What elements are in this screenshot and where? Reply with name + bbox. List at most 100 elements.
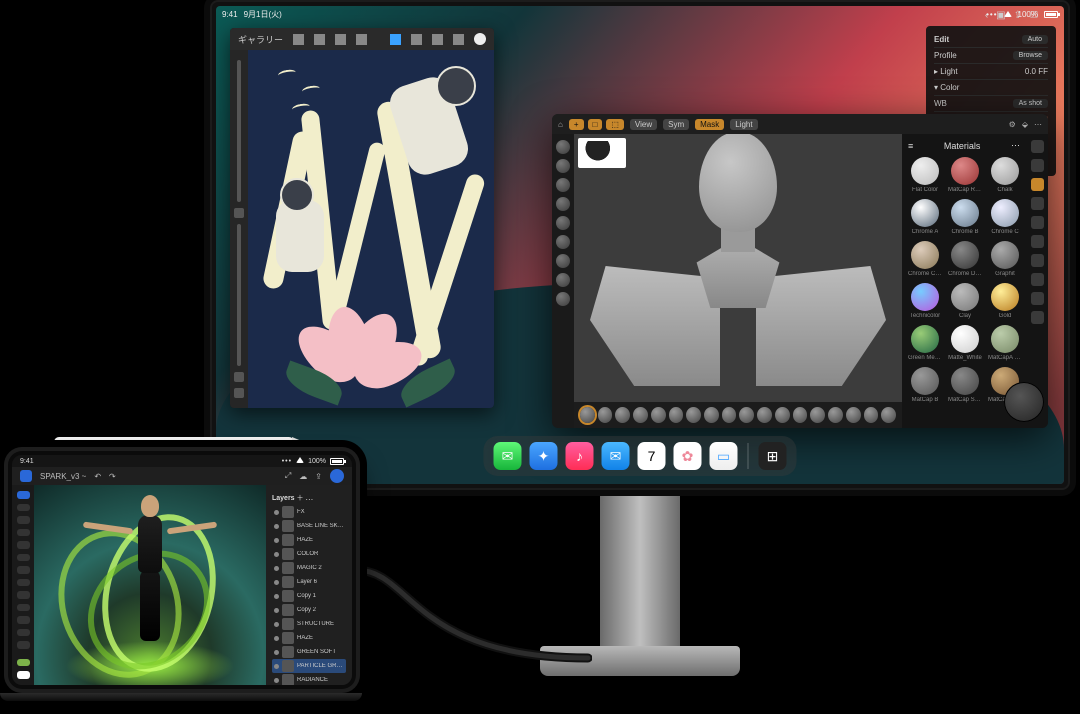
- material-swatch[interactable]: Technicolor: [908, 283, 942, 319]
- mode-chip[interactable]: +: [569, 119, 584, 130]
- tool-sphere[interactable]: [556, 273, 570, 287]
- cloud-icon[interactable]: ☁: [299, 472, 307, 481]
- material-swatch[interactable]: Flat Color: [908, 157, 942, 193]
- procreate-canvas[interactable]: [248, 50, 494, 408]
- material-swatch[interactable]: MatCap B: [908, 367, 942, 403]
- smudge-icon[interactable]: [411, 34, 422, 45]
- brush-preset[interactable]: [722, 407, 737, 423]
- dock-app-photos[interactable]: ✿: [674, 442, 702, 470]
- brush-preset[interactable]: [615, 407, 630, 423]
- layer-row[interactable]: PARTICLE GREEN: [272, 659, 346, 673]
- brush-tool-icon[interactable]: [17, 529, 30, 537]
- visibility-icon[interactable]: [274, 538, 279, 543]
- spot-heal-tool-icon[interactable]: [17, 629, 30, 637]
- brush-preset[interactable]: [881, 407, 896, 423]
- rtool[interactable]: [1031, 178, 1044, 191]
- chip[interactable]: View: [630, 119, 657, 130]
- type-tool-icon[interactable]: [17, 591, 30, 599]
- panel-more-icon[interactable]: ⋯: [1011, 140, 1020, 151]
- procreate-window[interactable]: ギャラリー: [230, 28, 494, 408]
- chip[interactable]: Light: [730, 119, 757, 130]
- material-swatch[interactable]: MatCap Sel…: [948, 367, 982, 403]
- brush-preset[interactable]: [846, 407, 861, 423]
- rtool[interactable]: [1031, 311, 1044, 324]
- dock-app-mail[interactable]: ✉: [602, 442, 630, 470]
- rtool[interactable]: [1031, 235, 1044, 248]
- brush-preset[interactable]: [633, 407, 648, 423]
- fill-tool-icon[interactable]: [17, 554, 30, 562]
- layers-icon[interactable]: [453, 34, 464, 45]
- visibility-icon[interactable]: [274, 608, 279, 613]
- material-swatch[interactable]: Chrome Da…: [948, 241, 982, 277]
- material-swatch[interactable]: Chrome B: [948, 199, 982, 235]
- home-icon[interactable]: ⌂: [558, 120, 563, 129]
- mode-chip[interactable]: □: [588, 119, 603, 130]
- mode-chip[interactable]: ⬚: [606, 119, 624, 130]
- browse-button[interactable]: Browse: [1013, 51, 1048, 60]
- tool-sphere[interactable]: [556, 292, 570, 306]
- layer-row[interactable]: Copy 2: [272, 603, 346, 617]
- material-swatch[interactable]: Clay: [948, 283, 982, 319]
- chip[interactable]: Sym: [663, 119, 689, 130]
- undo-button[interactable]: [234, 372, 244, 382]
- visibility-icon[interactable]: [274, 594, 279, 599]
- layer-row[interactable]: MAGIC 2: [272, 561, 346, 575]
- brush-preset[interactable]: [580, 407, 595, 423]
- sculpt-viewport[interactable]: [574, 134, 902, 402]
- select-icon[interactable]: [335, 34, 346, 45]
- more-tools-icon[interactable]: [17, 641, 30, 649]
- undo-icon[interactable]: ↶: [94, 472, 101, 481]
- dock-app-app-switcher[interactable]: ⊞: [759, 442, 787, 470]
- gear-icon[interactable]: ⚙: [1009, 120, 1016, 129]
- dock-app-files[interactable]: ▭: [710, 442, 738, 470]
- dock-app-calendar[interactable]: 7: [638, 442, 666, 470]
- layer-row[interactable]: BASE LINE SKETCH: [272, 519, 346, 533]
- layer-row[interactable]: RADIANCE: [272, 673, 346, 685]
- panel-grip-icon[interactable]: ≡: [908, 141, 913, 151]
- layer-row[interactable]: STRUCTURE: [272, 617, 346, 631]
- visibility-icon[interactable]: [274, 636, 279, 641]
- actions-icon[interactable]: [293, 34, 304, 45]
- bg-color-swatch[interactable]: [17, 671, 30, 679]
- material-swatch[interactable]: Gold: [988, 283, 1022, 319]
- layer-row[interactable]: HAZE: [272, 533, 346, 547]
- layer-menu-icon[interactable]: ⋯: [305, 495, 312, 502]
- dock-app-safari[interactable]: ✦: [530, 442, 558, 470]
- visibility-icon[interactable]: [274, 510, 279, 515]
- brush-preset[interactable]: [864, 407, 879, 423]
- lasso-tool-icon[interactable]: [17, 516, 30, 524]
- gallery-button[interactable]: ギャラリー: [238, 33, 283, 46]
- visibility-icon[interactable]: [274, 552, 279, 557]
- brush-preset[interactable]: [704, 407, 719, 423]
- brush-preset[interactable]: [598, 407, 613, 423]
- share-button[interactable]: [330, 469, 344, 483]
- camera-icon[interactable]: ⬙: [1022, 120, 1028, 129]
- more-icon[interactable]: ⋯: [1034, 120, 1042, 129]
- erase-icon[interactable]: [432, 34, 443, 45]
- rtool[interactable]: [1031, 273, 1044, 286]
- sculpt-window[interactable]: ⌂ + □ ⬚ View Sym Mask Light ⚙ ⬙ ⋯: [552, 114, 1048, 428]
- material-swatch[interactable]: Chrome C: [988, 199, 1022, 235]
- navigation-ball[interactable]: [1004, 382, 1044, 422]
- tool-sphere[interactable]: [556, 197, 570, 211]
- redo-icon[interactable]: ↷: [109, 472, 116, 481]
- move-tool-icon[interactable]: [17, 491, 30, 499]
- transform-tool-icon[interactable]: [17, 504, 30, 512]
- tool-sphere[interactable]: [556, 178, 570, 192]
- layer-row[interactable]: Layer 6: [272, 575, 346, 589]
- brush-preset[interactable]: [810, 407, 825, 423]
- add-layer-icon[interactable]: ＋: [297, 495, 304, 502]
- tool-sphere[interactable]: [556, 140, 570, 154]
- brush-preset[interactable]: [669, 407, 684, 423]
- layer-row[interactable]: FX: [272, 505, 346, 519]
- brush-preset[interactable]: [793, 407, 808, 423]
- export-icon[interactable]: ⇪: [315, 472, 322, 481]
- brush-preset[interactable]: [686, 407, 701, 423]
- crop-tool-icon[interactable]: [17, 579, 30, 587]
- visibility-icon[interactable]: [274, 580, 279, 585]
- rtool[interactable]: [1031, 159, 1044, 172]
- zoom-icon[interactable]: ⤢: [285, 471, 291, 481]
- tool-sphere[interactable]: [556, 159, 570, 173]
- document-title[interactable]: SPARK_v3 ~: [40, 472, 86, 481]
- color-swatch[interactable]: [474, 33, 486, 45]
